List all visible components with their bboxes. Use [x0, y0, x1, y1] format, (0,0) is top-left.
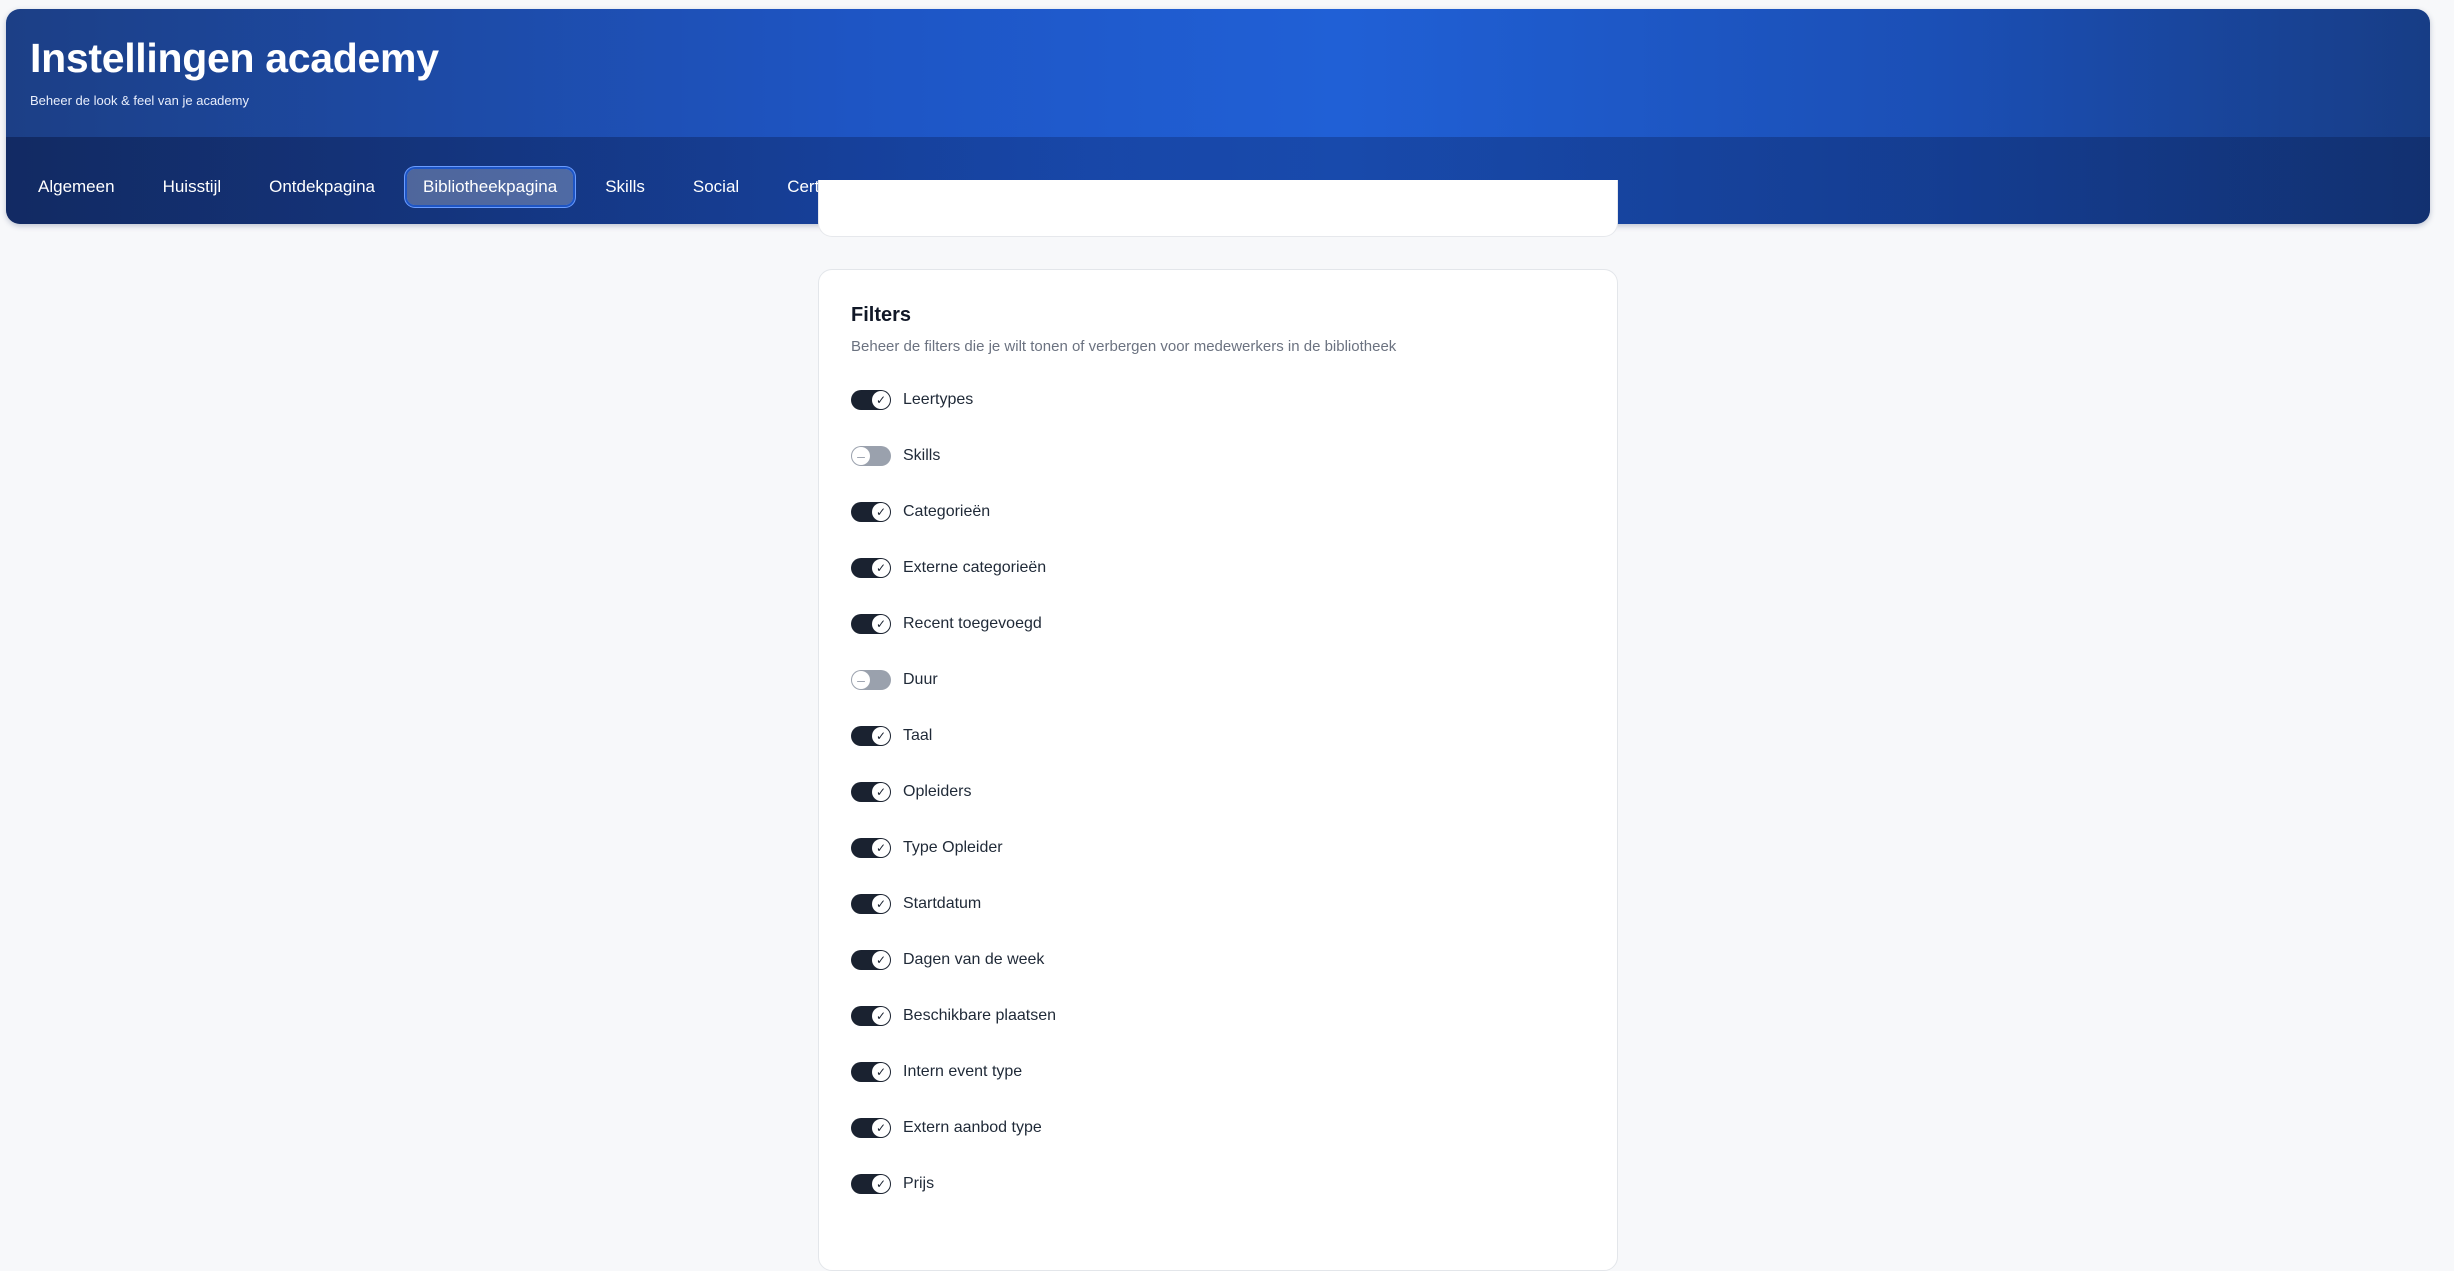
tab-ontdekpagina[interactable]: Ontdekpagina [253, 169, 391, 205]
filter-toggle[interactable]: ✓ [851, 838, 891, 858]
filter-label: Type Opleider [903, 839, 1003, 856]
page-subtitle: Beheer de look & feel van je academy [30, 93, 249, 108]
filter-toggle[interactable]: ✓ [851, 1118, 891, 1138]
filter-row: ✓ Startdatum [851, 894, 1056, 950]
filter-toggle[interactable]: ✓ [851, 558, 891, 578]
check-icon: ✓ [872, 615, 890, 633]
filter-label: Intern event type [903, 1063, 1023, 1080]
filter-row: ✓ Leertypes [851, 390, 1056, 446]
check-icon: ✓ [872, 783, 890, 801]
filter-row: – Skills [851, 446, 1056, 502]
filter-row: ✓ Externe categorieën [851, 558, 1056, 614]
check-icon: ✓ [872, 1063, 890, 1081]
filter-label: Beschikbare plaatsen [903, 1007, 1056, 1024]
filter-label: Dagen van de week [903, 951, 1045, 968]
filter-row: ✓ Beschikbare plaatsen [851, 1006, 1056, 1062]
check-icon: ✓ [872, 727, 890, 745]
filter-row: ✓ Taal [851, 726, 1056, 782]
filter-row: ✓ Categorieën [851, 502, 1056, 558]
tab-bibliotheekpagina[interactable]: Bibliotheekpagina [407, 169, 574, 205]
check-icon: ✓ [872, 839, 890, 857]
filter-label: Startdatum [903, 895, 982, 912]
filter-row: ✓ Recent toegevoegd [851, 614, 1056, 670]
filter-label: Externe categorieën [903, 559, 1047, 576]
tab-huisstijl[interactable]: Huisstijl [147, 169, 238, 205]
check-icon: ✓ [872, 503, 890, 521]
filter-toggle[interactable]: ✓ [851, 1062, 891, 1082]
check-icon: ✓ [872, 1175, 890, 1193]
check-icon: ✓ [872, 559, 890, 577]
filters-card: Filters Beheer de filters die je wilt to… [818, 269, 1618, 1271]
minus-icon: – [852, 671, 870, 689]
filter-row: ✓ Dagen van de week [851, 950, 1056, 1006]
filter-label: Skills [903, 447, 941, 464]
filter-list: ✓ Leertypes – Skills ✓ Categorieën ✓ Externe ca… [851, 390, 1056, 1230]
tab-social[interactable]: Social [677, 169, 755, 205]
filter-toggle[interactable]: ✓ [851, 1174, 891, 1194]
filter-label: Extern aanbod type [903, 1119, 1042, 1136]
filter-toggle[interactable]: ✓ [851, 390, 891, 410]
tab-skills[interactable]: Skills [589, 169, 661, 205]
header-banner: Instellingen academy Beheer de look & fe… [6, 9, 2430, 137]
filter-toggle[interactable]: – [851, 446, 891, 466]
filter-toggle[interactable]: ✓ [851, 726, 891, 746]
check-icon: ✓ [872, 391, 890, 409]
filter-toggle[interactable]: ✓ [851, 950, 891, 970]
filter-toggle[interactable]: ✓ [851, 1006, 891, 1026]
filters-title: Filters [851, 304, 912, 326]
filter-row: ✓ Extern aanbod type [851, 1118, 1056, 1174]
check-icon: ✓ [872, 951, 890, 969]
filter-toggle[interactable]: – [851, 670, 891, 690]
check-icon: ✓ [872, 895, 890, 913]
filter-label: Duur [903, 671, 938, 688]
filter-row: ✓ Intern event type [851, 1062, 1056, 1118]
filter-toggle[interactable]: ✓ [851, 894, 891, 914]
filters-description: Beheer de filters die je wilt tonen of v… [851, 338, 1397, 355]
filter-label: Prijs [903, 1175, 935, 1192]
filter-toggle[interactable]: ✓ [851, 782, 891, 802]
filter-label: Leertypes [903, 391, 974, 408]
page-title: Instellingen academy [30, 35, 439, 81]
previous-section-card [818, 180, 1618, 237]
check-icon: ✓ [872, 1007, 890, 1025]
filter-label: Recent toegevoegd [903, 615, 1042, 632]
filter-toggle[interactable]: ✓ [851, 614, 891, 634]
filter-label: Taal [903, 727, 933, 744]
tab-algemeen[interactable]: Algemeen [22, 169, 131, 205]
filter-label: Categorieën [903, 503, 991, 520]
filter-toggle[interactable]: ✓ [851, 502, 891, 522]
check-icon: ✓ [872, 1119, 890, 1137]
minus-icon: – [852, 447, 870, 465]
filter-row: – Duur [851, 670, 1056, 726]
filter-row: ✓ Type Opleider [851, 838, 1056, 894]
filter-label: Opleiders [903, 783, 972, 800]
filter-row: ✓ Prijs [851, 1174, 1056, 1230]
filter-row: ✓ Opleiders [851, 782, 1056, 838]
